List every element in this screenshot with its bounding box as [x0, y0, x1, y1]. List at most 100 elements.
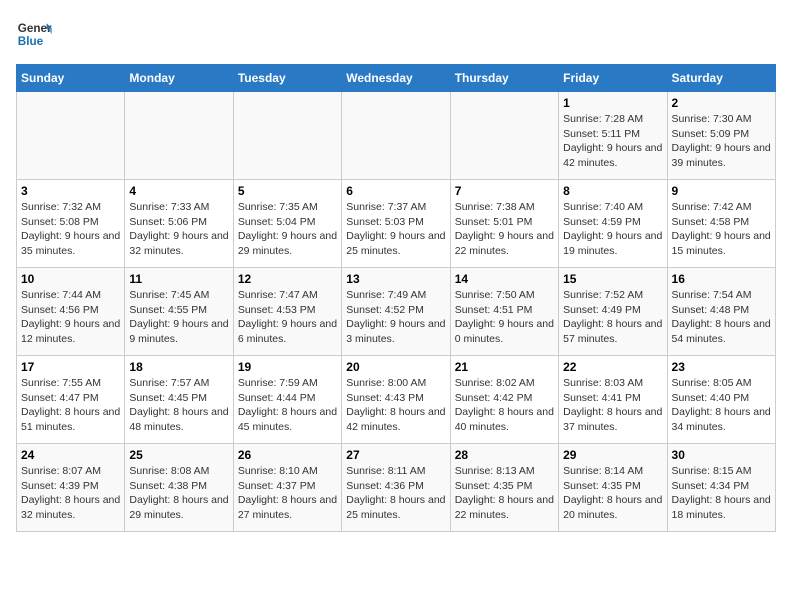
calendar-cell: 25 Sunrise: 8:08 AM Sunset: 4:38 PM Dayli… — [125, 444, 233, 532]
calendar-cell — [17, 92, 125, 180]
day-info: Sunrise: 7:54 AM Sunset: 4:48 PM Dayligh… — [672, 288, 771, 347]
day-number: 9 — [672, 184, 771, 198]
day-info: Sunrise: 7:55 AM Sunset: 4:47 PM Dayligh… — [21, 376, 120, 435]
day-info: Sunrise: 7:32 AM Sunset: 5:08 PM Dayligh… — [21, 200, 120, 259]
day-info: Sunrise: 7:57 AM Sunset: 4:45 PM Dayligh… — [129, 376, 228, 435]
day-info: Sunrise: 7:42 AM Sunset: 4:58 PM Dayligh… — [672, 200, 771, 259]
calendar-cell: 29Sunrise: 8:14 AM Sunset: 4:35 PM Dayli… — [559, 444, 667, 532]
calendar-cell: 10 Sunrise: 7:44 AM Sunset: 4:56 PM Dayli… — [17, 268, 125, 356]
page-header: General Blue — [16, 16, 776, 52]
day-number: 4 — [129, 184, 228, 198]
calendar-cell — [342, 92, 450, 180]
calendar-body: 1 Sunrise: 7:28 AM Sunset: 5:11 PM Daylig… — [17, 92, 776, 532]
svg-text:Blue: Blue — [18, 35, 44, 48]
day-number: 16 — [672, 272, 771, 286]
day-info: Sunrise: 7:38 AM Sunset: 5:01 PM Dayligh… — [455, 200, 554, 259]
day-number: 24 — [21, 448, 120, 462]
day-info: Sunrise: 7:50 AM Sunset: 4:51 PM Dayligh… — [455, 288, 554, 347]
calendar-cell: 6 Sunrise: 7:37 AM Sunset: 5:03 PM Daylig… — [342, 180, 450, 268]
calendar-cell: 8 Sunrise: 7:40 AM Sunset: 4:59 PM Daylig… — [559, 180, 667, 268]
day-number: 25 — [129, 448, 228, 462]
day-number: 27 — [346, 448, 445, 462]
calendar-cell: 4 Sunrise: 7:33 AM Sunset: 5:06 PM Daylig… — [125, 180, 233, 268]
calendar-cell — [450, 92, 558, 180]
calendar-cell: 17 Sunrise: 7:55 AM Sunset: 4:47 PM Dayli… — [17, 356, 125, 444]
day-info: Sunrise: 8:10 AM Sunset: 4:37 PM Dayligh… — [238, 464, 337, 523]
day-number: 5 — [238, 184, 337, 198]
day-info: Sunrise: 7:33 AM Sunset: 5:06 PM Dayligh… — [129, 200, 228, 259]
day-number: 30 — [672, 448, 771, 462]
calendar-cell: 21Sunrise: 8:02 AM Sunset: 4:42 PM Dayli… — [450, 356, 558, 444]
calendar-cell: 27 Sunrise: 8:11 AM Sunset: 4:36 PM Dayli… — [342, 444, 450, 532]
day-number: 15 — [563, 272, 662, 286]
day-info: Sunrise: 7:45 AM Sunset: 4:55 PM Dayligh… — [129, 288, 228, 347]
day-info: Sunrise: 8:11 AM Sunset: 4:36 PM Dayligh… — [346, 464, 445, 523]
calendar-week-row: 17 Sunrise: 7:55 AM Sunset: 4:47 PM Dayli… — [17, 356, 776, 444]
day-info: Sunrise: 8:13 AM Sunset: 4:35 PM Dayligh… — [455, 464, 554, 523]
day-info: Sunrise: 8:05 AM Sunset: 4:40 PM Dayligh… — [672, 376, 771, 435]
weekday-header: Sunday — [17, 65, 125, 92]
weekday-header: Wednesday — [342, 65, 450, 92]
calendar-cell — [125, 92, 233, 180]
day-number: 26 — [238, 448, 337, 462]
day-number: 29 — [563, 448, 662, 462]
calendar-cell: 23 Sunrise: 8:05 AM Sunset: 4:40 PM Dayli… — [667, 356, 775, 444]
calendar-cell: 12 Sunrise: 7:47 AM Sunset: 4:53 PM Dayli… — [233, 268, 341, 356]
day-number: 10 — [21, 272, 120, 286]
day-number: 13 — [346, 272, 445, 286]
calendar-cell: 3Sunrise: 7:32 AM Sunset: 5:08 PM Daylig… — [17, 180, 125, 268]
day-number: 1 — [563, 96, 662, 110]
calendar-cell: 1 Sunrise: 7:28 AM Sunset: 5:11 PM Daylig… — [559, 92, 667, 180]
calendar-cell — [233, 92, 341, 180]
day-number: 21 — [455, 360, 554, 374]
day-info: Sunrise: 8:08 AM Sunset: 4:38 PM Dayligh… — [129, 464, 228, 523]
logo: General Blue — [16, 16, 56, 52]
day-info: Sunrise: 7:30 AM Sunset: 5:09 PM Dayligh… — [672, 112, 771, 171]
weekday-header: Friday — [559, 65, 667, 92]
calendar-week-row: 10 Sunrise: 7:44 AM Sunset: 4:56 PM Dayli… — [17, 268, 776, 356]
calendar-week-row: 3Sunrise: 7:32 AM Sunset: 5:08 PM Daylig… — [17, 180, 776, 268]
day-number: 7 — [455, 184, 554, 198]
day-info: Sunrise: 7:37 AM Sunset: 5:03 PM Dayligh… — [346, 200, 445, 259]
calendar-cell: 7 Sunrise: 7:38 AM Sunset: 5:01 PM Daylig… — [450, 180, 558, 268]
weekday-header: Thursday — [450, 65, 558, 92]
calendar-cell: 24 Sunrise: 8:07 AM Sunset: 4:39 PM Dayli… — [17, 444, 125, 532]
day-info: Sunrise: 7:40 AM Sunset: 4:59 PM Dayligh… — [563, 200, 662, 259]
day-number: 22 — [563, 360, 662, 374]
calendar-cell: 11Sunrise: 7:45 AM Sunset: 4:55 PM Dayli… — [125, 268, 233, 356]
calendar-cell: 22 Sunrise: 8:03 AM Sunset: 4:41 PM Dayli… — [559, 356, 667, 444]
calendar-cell: 2 Sunrise: 7:30 AM Sunset: 5:09 PM Daylig… — [667, 92, 775, 180]
logo-icon: General Blue — [16, 16, 52, 52]
day-info: Sunrise: 7:44 AM Sunset: 4:56 PM Dayligh… — [21, 288, 120, 347]
day-number: 12 — [238, 272, 337, 286]
calendar-cell: 18 Sunrise: 7:57 AM Sunset: 4:45 PM Dayli… — [125, 356, 233, 444]
day-info: Sunrise: 8:07 AM Sunset: 4:39 PM Dayligh… — [21, 464, 120, 523]
day-info: Sunrise: 7:59 AM Sunset: 4:44 PM Dayligh… — [238, 376, 337, 435]
weekday-header: Saturday — [667, 65, 775, 92]
day-number: 28 — [455, 448, 554, 462]
day-info: Sunrise: 7:35 AM Sunset: 5:04 PM Dayligh… — [238, 200, 337, 259]
day-number: 19 — [238, 360, 337, 374]
day-number: 18 — [129, 360, 228, 374]
calendar-cell: 5 Sunrise: 7:35 AM Sunset: 5:04 PM Daylig… — [233, 180, 341, 268]
day-info: Sunrise: 7:49 AM Sunset: 4:52 PM Dayligh… — [346, 288, 445, 347]
day-number: 14 — [455, 272, 554, 286]
day-number: 23 — [672, 360, 771, 374]
day-number: 6 — [346, 184, 445, 198]
weekday-header: Monday — [125, 65, 233, 92]
day-number: 2 — [672, 96, 771, 110]
day-info: Sunrise: 7:47 AM Sunset: 4:53 PM Dayligh… — [238, 288, 337, 347]
day-number: 17 — [21, 360, 120, 374]
calendar-cell: 30 Sunrise: 8:15 AM Sunset: 4:34 PM Dayli… — [667, 444, 775, 532]
day-number: 8 — [563, 184, 662, 198]
day-info: Sunrise: 8:03 AM Sunset: 4:41 PM Dayligh… — [563, 376, 662, 435]
day-info: Sunrise: 7:52 AM Sunset: 4:49 PM Dayligh… — [563, 288, 662, 347]
calendar-week-row: 1 Sunrise: 7:28 AM Sunset: 5:11 PM Daylig… — [17, 92, 776, 180]
calendar-cell: 15 Sunrise: 7:52 AM Sunset: 4:49 PM Dayli… — [559, 268, 667, 356]
day-info: Sunrise: 8:15 AM Sunset: 4:34 PM Dayligh… — [672, 464, 771, 523]
calendar-cell: 19 Sunrise: 7:59 AM Sunset: 4:44 PM Dayli… — [233, 356, 341, 444]
calendar-header-row: SundayMondayTuesdayWednesdayThursdayFrid… — [17, 65, 776, 92]
day-info: Sunrise: 7:28 AM Sunset: 5:11 PM Dayligh… — [563, 112, 662, 171]
day-number: 20 — [346, 360, 445, 374]
calendar-table: SundayMondayTuesdayWednesdayThursdayFrid… — [16, 64, 776, 532]
